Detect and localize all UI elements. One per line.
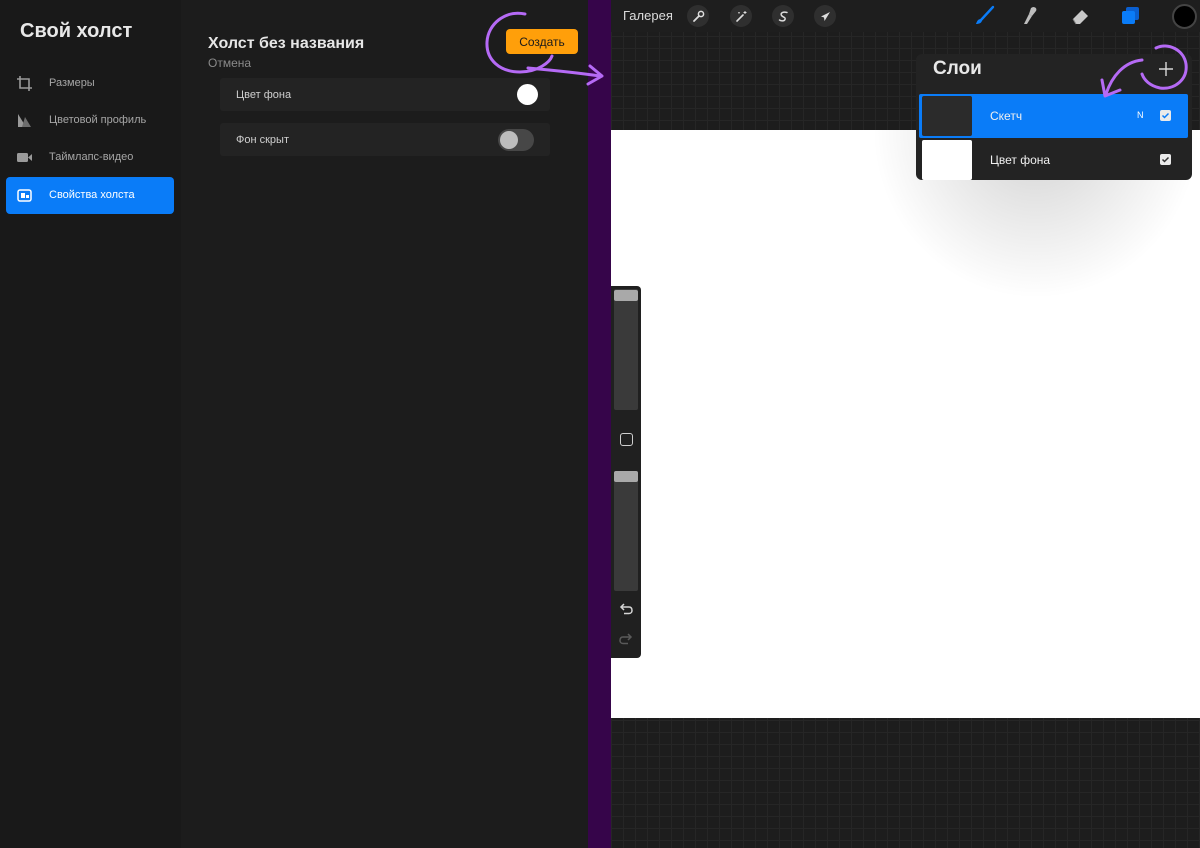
sidebar-item-timelapse[interactable]: Таймлапс-видео — [6, 139, 174, 176]
brush-icon[interactable] — [972, 4, 996, 28]
video-camera-icon — [17, 153, 32, 162]
layer-thumbnail — [922, 140, 972, 180]
plus-icon — [1159, 62, 1173, 76]
setting-row-hide-background: Фон скрыт — [220, 123, 550, 156]
move-arrow-icon — [820, 11, 830, 21]
top-toolbar: Галерея — [611, 0, 1200, 32]
cancel-button[interactable]: Отмена — [208, 56, 251, 70]
wrench-icon — [692, 10, 704, 22]
procreate-canvas-view: Галерея Слои Скетч N Цвет фона — [611, 0, 1200, 848]
side-toolbar — [611, 286, 641, 658]
layer-visibility-checkbox[interactable] — [1160, 110, 1171, 121]
blend-mode-button[interactable]: N — [1137, 110, 1144, 120]
layers-panel: Слои Скетч N Цвет фона — [916, 54, 1192, 180]
hide-background-toggle[interactable] — [498, 129, 534, 151]
redo-icon[interactable] — [618, 632, 634, 646]
sidebar-item-label: Таймлапс-видео — [49, 151, 134, 163]
crop-icon — [17, 76, 32, 91]
background-color-swatch[interactable] — [517, 84, 538, 105]
selection-button[interactable] — [772, 5, 794, 27]
sidebar-item-canvas-properties[interactable]: Свойства холста — [6, 177, 174, 214]
sidebar-item-dimensions[interactable]: Размеры — [6, 65, 174, 102]
add-layer-button[interactable] — [1152, 55, 1180, 83]
toggle-knob — [500, 131, 518, 149]
sidebar-item-color-profile[interactable]: Цветовой профиль — [6, 102, 174, 139]
layer-row-sketch[interactable]: Скетч N — [919, 94, 1188, 138]
opacity-slider[interactable] — [614, 471, 638, 591]
sidebar-item-label: Свойства холста — [49, 189, 135, 201]
layers-icon[interactable] — [1119, 4, 1143, 28]
sidebar-title: Свой холст — [20, 20, 133, 42]
eraser-icon[interactable] — [1069, 4, 1093, 28]
modify-button[interactable] — [620, 433, 633, 446]
create-button[interactable]: Создать — [506, 29, 578, 54]
setting-label: Фон скрыт — [236, 134, 289, 146]
gallery-button[interactable]: Галерея — [623, 8, 673, 23]
layer-thumbnail — [922, 96, 972, 136]
checkmark-icon — [1161, 112, 1170, 119]
actions-button[interactable] — [687, 5, 709, 27]
setting-row-background-color[interactable]: Цвет фона — [220, 78, 550, 111]
layer-row-background-color[interactable]: Цвет фона — [919, 138, 1188, 182]
layer-visibility-checkbox[interactable] — [1160, 154, 1171, 165]
layers-panel-title: Слои — [933, 58, 982, 79]
brush-size-thumb[interactable] — [614, 290, 638, 301]
left-sidebar: Свой холст Размеры Цветовой профиль Тайм… — [0, 0, 181, 848]
sidebar-item-label: Цветовой профиль — [49, 114, 147, 126]
layer-name: Цвет фона — [990, 153, 1051, 167]
opacity-thumb[interactable] — [614, 471, 638, 482]
undo-icon[interactable] — [618, 602, 634, 616]
color-profile-icon — [18, 114, 31, 127]
magic-wand-icon — [735, 10, 746, 22]
canvas-properties-icon — [17, 189, 32, 202]
selection-s-icon — [778, 10, 788, 22]
setting-label: Цвет фона — [236, 89, 292, 101]
canvas-name-title[interactable]: Холст без названия — [208, 35, 364, 53]
adjustments-button[interactable] — [730, 5, 752, 27]
split-divider — [588, 0, 611, 848]
transform-button[interactable] — [814, 5, 836, 27]
color-picker-icon[interactable] — [1172, 4, 1197, 29]
sidebar-item-label: Размеры — [49, 77, 95, 89]
brush-size-slider[interactable] — [614, 289, 638, 410]
smudge-icon[interactable] — [1018, 4, 1042, 28]
canvas-settings-panel: Холст без названия Отмена Создать Цвет ф… — [181, 0, 588, 848]
layer-name: Скетч — [990, 109, 1023, 123]
checkmark-icon — [1161, 156, 1170, 163]
